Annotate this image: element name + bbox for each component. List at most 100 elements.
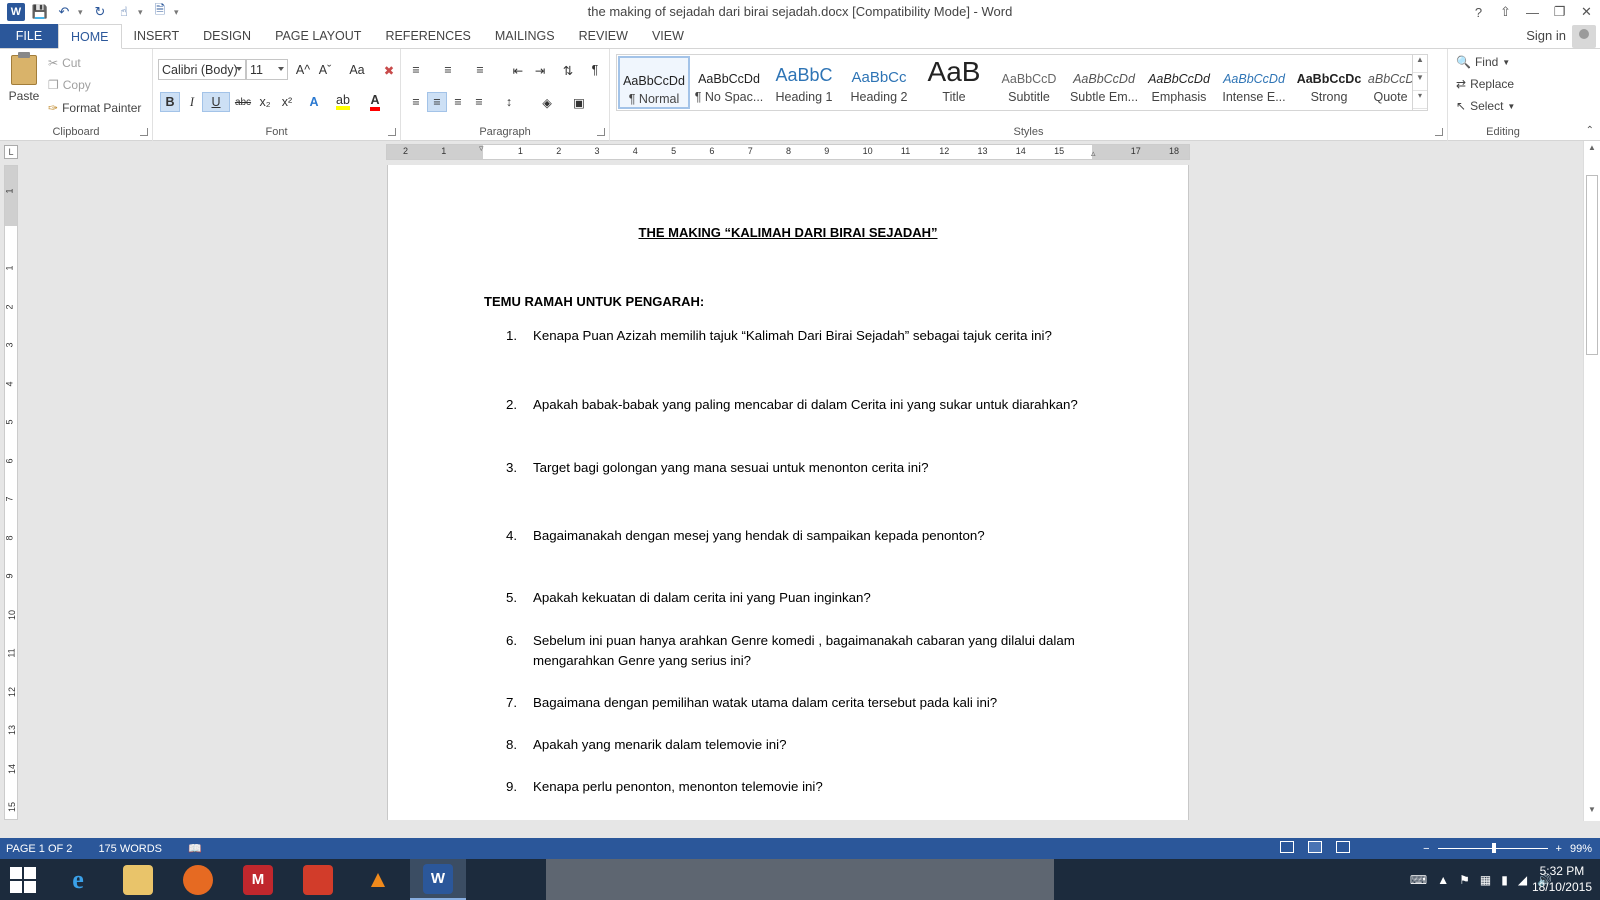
- style-no-spacing[interactable]: AaBbCcDd ¶ No Spac...: [693, 56, 765, 109]
- borders-icon[interactable]: ▣: [569, 92, 589, 112]
- paragraph-launcher-icon[interactable]: [597, 128, 605, 136]
- new-document-icon[interactable]: 🗎: [150, 2, 170, 22]
- redo-icon[interactable]: ↻: [90, 2, 110, 22]
- clear-formatting-icon[interactable]: ✖: [379, 60, 399, 80]
- zoom-in-icon[interactable]: +: [1556, 843, 1562, 855]
- style-quote[interactable]: AaBbCcDd Quote: [1368, 56, 1413, 109]
- print-layout-icon[interactable]: [1308, 841, 1322, 853]
- user-avatar[interactable]: [1572, 25, 1596, 48]
- document-page[interactable]: THE MAKING “KALIMAH DARI BIRAI SEJADAH” …: [387, 165, 1189, 820]
- change-case-button[interactable]: Aa: [343, 60, 371, 80]
- sign-in-link[interactable]: Sign in: [1526, 28, 1566, 43]
- network-icon[interactable]: ◢: [1518, 873, 1527, 887]
- tab-home[interactable]: HOME: [58, 24, 122, 49]
- styles-launcher-icon[interactable]: [1435, 128, 1443, 136]
- format-painter-button[interactable]: ✑ Format Painter: [48, 98, 141, 118]
- style-strong[interactable]: AaBbCcDc Strong: [1293, 56, 1365, 109]
- scroll-up-icon[interactable]: ▲: [1584, 143, 1600, 157]
- gallery-more-icon[interactable]: ▾: [1413, 91, 1427, 109]
- sort-icon[interactable]: ⇅: [558, 60, 578, 80]
- zoom-slider-thumb[interactable]: [1491, 843, 1496, 853]
- taskbar-mcafee[interactable]: M: [230, 859, 286, 900]
- increase-indent-icon[interactable]: ⇥: [530, 60, 550, 80]
- action-center-icon[interactable]: ⚑: [1459, 873, 1470, 887]
- tab-page-layout[interactable]: PAGE LAYOUT: [263, 24, 373, 48]
- multilevel-list-icon[interactable]: ≡: [470, 60, 490, 80]
- style-subtle-emphasis[interactable]: AaBbCcDd Subtle Em...: [1068, 56, 1140, 109]
- taskbar-word[interactable]: W: [410, 859, 466, 900]
- tab-mailings[interactable]: MAILINGS: [483, 24, 567, 48]
- align-center-icon[interactable]: ≡: [427, 92, 447, 112]
- tab-review[interactable]: REVIEW: [567, 24, 640, 48]
- zoom-slider[interactable]: [1437, 843, 1548, 853]
- indent-marker-icon[interactable]: ▿: [479, 143, 484, 154]
- taskbar-internet-explorer[interactable]: e: [50, 859, 106, 900]
- horizontal-ruler[interactable]: 2 1 1 2 3 4 5 6 7 8 9 10 11 12 13 14 15 17 18 ▿ ▵: [386, 143, 1190, 160]
- save-icon[interactable]: 💾: [30, 2, 50, 22]
- font-color-icon[interactable]: A: [365, 92, 385, 112]
- taskbar-app[interactable]: [290, 859, 346, 900]
- proofing-icon[interactable]: 📖: [188, 842, 202, 855]
- shading-icon[interactable]: ◈: [537, 92, 557, 112]
- close-icon[interactable]: ✕: [1573, 0, 1600, 24]
- tab-view[interactable]: VIEW: [640, 24, 696, 48]
- font-size-dropdown[interactable]: 11: [246, 59, 288, 80]
- replace-button[interactable]: ⇄ Replace: [1456, 74, 1514, 94]
- restore-icon[interactable]: ❐: [1546, 0, 1573, 24]
- ribbon-display-options-icon[interactable]: ⇧: [1492, 0, 1519, 24]
- minimize-icon[interactable]: —: [1519, 0, 1546, 24]
- vertical-scrollbar[interactable]: ▲ ▼: [1583, 141, 1600, 821]
- style-title[interactable]: AaB Title: [918, 56, 990, 109]
- gallery-down-icon[interactable]: ▼: [1413, 73, 1427, 91]
- justify-icon[interactable]: ≡: [469, 92, 489, 112]
- tab-references[interactable]: REFERENCES: [373, 24, 482, 48]
- zoom-out-icon[interactable]: −: [1423, 843, 1429, 855]
- word-count[interactable]: 175 WORDS: [98, 843, 162, 855]
- font-launcher-icon[interactable]: [388, 128, 396, 136]
- zoom-level[interactable]: 99%: [1570, 843, 1592, 855]
- superscript-button[interactable]: x²: [277, 92, 297, 112]
- cut-button[interactable]: ✂ Cut: [48, 53, 81, 73]
- keyboard-icon[interactable]: ⌨: [1410, 873, 1427, 887]
- highlight-icon[interactable]: ab: [333, 92, 353, 112]
- show-formatting-button[interactable]: ¶: [585, 60, 605, 80]
- bold-button[interactable]: B: [160, 92, 180, 112]
- style-heading-2[interactable]: AaBbCc Heading 2: [843, 56, 915, 109]
- bullets-icon[interactable]: ≡: [406, 60, 426, 80]
- subscript-button[interactable]: x₂: [255, 92, 275, 112]
- italic-button[interactable]: I: [182, 92, 202, 112]
- tab-selector[interactable]: L: [4, 145, 18, 159]
- undo-icon[interactable]: ↶: [54, 2, 74, 22]
- touch-mode-icon[interactable]: ☝: [114, 2, 134, 22]
- word-app-icon[interactable]: W: [6, 2, 26, 22]
- style-heading-1[interactable]: AaBbC Heading 1: [768, 56, 840, 109]
- taskbar-firefox[interactable]: [170, 859, 226, 900]
- grow-font-button[interactable]: A^: [293, 60, 313, 80]
- copy-button[interactable]: ❐ Copy: [48, 75, 91, 95]
- paste-button[interactable]: Paste: [6, 52, 42, 121]
- find-button[interactable]: 🔍 Find ▼: [1456, 52, 1510, 72]
- strikethrough-button[interactable]: abc: [233, 92, 253, 112]
- web-layout-icon[interactable]: [1336, 841, 1350, 853]
- taskbar-file-explorer[interactable]: [110, 859, 166, 900]
- gallery-up-icon[interactable]: ▲: [1413, 55, 1427, 73]
- scroll-down-icon[interactable]: ▼: [1584, 805, 1600, 819]
- help-button[interactable]: ?: [1465, 0, 1492, 24]
- style-normal[interactable]: AaBbCcDd ¶ Normal: [618, 56, 690, 109]
- style-subtitle[interactable]: AaBbCcD Subtitle: [993, 56, 1065, 109]
- tab-insert[interactable]: INSERT: [122, 24, 192, 48]
- shrink-font-button[interactable]: Aˇ: [315, 60, 335, 80]
- touch-mode-dropdown-icon[interactable]: ▾: [138, 7, 146, 18]
- read-mode-icon[interactable]: [1280, 841, 1294, 853]
- align-right-icon[interactable]: ≡: [448, 92, 468, 112]
- customize-qat-icon[interactable]: ▾: [174, 7, 182, 18]
- underline-button[interactable]: U: [202, 92, 230, 112]
- scroll-thumb[interactable]: [1586, 175, 1598, 355]
- collapse-ribbon-icon[interactable]: ⌃: [1586, 125, 1594, 136]
- taskbar-vlc[interactable]: ▲: [350, 859, 406, 900]
- tab-design[interactable]: DESIGN: [191, 24, 263, 48]
- start-button[interactable]: [0, 859, 46, 900]
- vertical-ruler[interactable]: 1 1 2 3 4 5 6 7 8 9 10 11 12 13 14 15: [4, 165, 18, 820]
- clipboard-launcher-icon[interactable]: [140, 128, 148, 136]
- page-count[interactable]: PAGE 1 OF 2: [6, 843, 72, 855]
